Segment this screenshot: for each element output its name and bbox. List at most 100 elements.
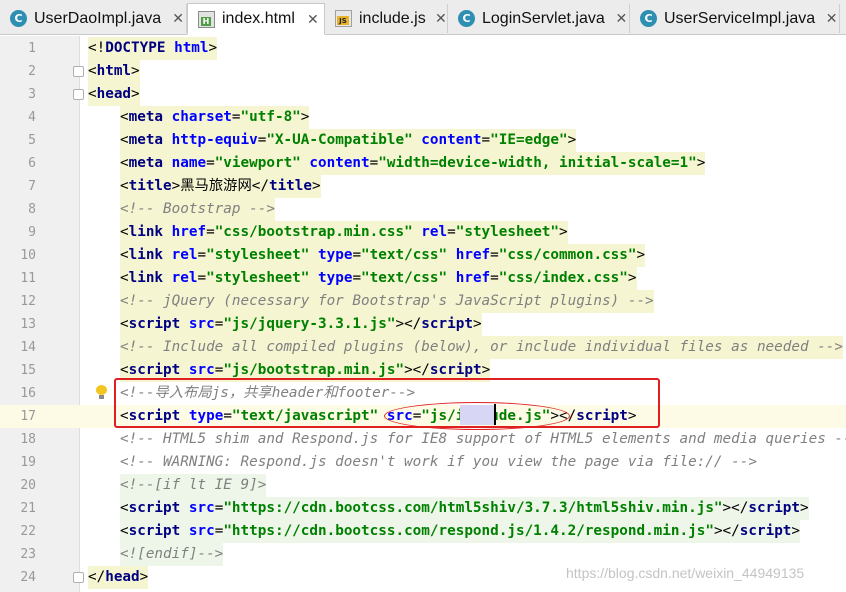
token-attr: content xyxy=(421,132,482,148)
code-line[interactable]: 14 <!-- Include all compiled plugins (bel… xyxy=(0,336,846,359)
code-line[interactable]: 21 <script src="https://cdn.bootcss.com/h… xyxy=(0,497,846,520)
line-number: 22 xyxy=(20,524,36,539)
token-punc: >黑马旅游网</ xyxy=(171,178,269,194)
code-text: <title>黑马旅游网</title> xyxy=(120,175,321,198)
token-punc: = xyxy=(197,247,207,263)
token-attr: rel xyxy=(421,224,448,240)
token-val: "viewport" xyxy=(214,155,310,171)
code-text: <!--[if lt IE 9]> xyxy=(120,474,267,497)
token-val: "stylesheet" xyxy=(206,247,318,263)
line-number: 15 xyxy=(20,363,36,378)
token-val: "css/common.css" xyxy=(498,247,637,263)
token-tag: script xyxy=(128,523,189,539)
token-attr: html xyxy=(174,40,209,56)
editor-tab-bar: C UserDaoImpl.java ✕ Hindex.html ✕ JS include.… xyxy=(0,0,846,35)
tab-include-js[interactable]: JS include.js ✕ xyxy=(325,4,448,33)
token-comment: <!-- jQuery (necessary for Bootstrap's J… xyxy=(120,293,654,309)
token-punc: > xyxy=(481,362,491,378)
code-line[interactable]: 1 <!DOCTYPE html> xyxy=(0,37,846,60)
code-text: <!-- WARNING: Respond.js doesn't work if… xyxy=(120,451,757,474)
java-class-icon: C xyxy=(10,10,27,27)
watermark: https://blog.csdn.net/weixin_44949135 xyxy=(566,565,805,581)
code-line[interactable]: 8 <!-- Bootstrap --> xyxy=(0,198,846,221)
token-punc: > xyxy=(559,224,568,240)
code-line[interactable]: 7 <title>黑马旅游网</title> xyxy=(0,175,846,198)
token-val: "https://cdn.bootcss.com/respond.js/1.4.… xyxy=(223,523,714,539)
code-line[interactable]: 12 <!-- jQuery (necessary for Bootstrap's… xyxy=(0,290,846,313)
token-punc: > xyxy=(627,270,637,286)
code-line[interactable]: 6 <meta name="viewport" content="width=de… xyxy=(0,152,846,175)
code-text: <meta name="viewport" content="width=dev… xyxy=(120,152,706,175)
fold-toggle-icon[interactable] xyxy=(73,572,84,583)
token-tag: script xyxy=(739,523,792,539)
code-text: <head> xyxy=(88,83,140,106)
code-line[interactable]: 22 <script src="https://cdn.bootcss.com/r… xyxy=(0,520,846,543)
code-line[interactable]: 13 <script src="js/jquery-3.3.1.js"></scr… xyxy=(0,313,846,336)
token-punc: < xyxy=(120,155,129,171)
line-number: 6 xyxy=(28,156,36,171)
code-line[interactable]: 4 <meta charset="utf-8"> xyxy=(0,106,846,129)
code-line[interactable]: 18 <!-- HTML5 shim and Respond.js for IE8… xyxy=(0,428,846,451)
token-val: "css/bootstrap.min.css" xyxy=(214,224,422,240)
token-comment: <!-- Bootstrap --> xyxy=(120,201,275,217)
code-line[interactable]: 2 <html> xyxy=(0,60,846,83)
token-punc: < xyxy=(120,247,129,263)
token-tag: DOCTYPE xyxy=(105,40,175,56)
token-punc: < xyxy=(120,224,129,240)
token-val: "utf-8" xyxy=(240,109,301,125)
code-line[interactable]: 11 <link rel="stylesheet" type="text/css"… xyxy=(0,267,846,290)
line-number: 14 xyxy=(20,340,36,355)
code-text: <!-- Bootstrap --> xyxy=(120,198,275,221)
code-line[interactable]: 9 <link href="css/bootstrap.min.css" rel=… xyxy=(0,221,846,244)
token-tag: meta xyxy=(128,155,172,171)
code-line[interactable]: 5 <meta http-equiv = "X-UA-Compatible" cont… xyxy=(0,129,846,152)
token-punc: = xyxy=(490,247,499,263)
line-number: 8 xyxy=(28,202,36,217)
token-punc: > xyxy=(791,523,801,539)
code-text: <link rel="stylesheet" type="text/css" h… xyxy=(120,267,637,290)
token-punc: > xyxy=(131,63,140,79)
fold-toggle-icon[interactable] xyxy=(73,66,84,77)
code-line[interactable]: 20 <!--[if lt IE 9]> xyxy=(0,474,846,497)
close-icon[interactable]: ✕ xyxy=(170,10,186,27)
line-number: 20 xyxy=(20,478,36,493)
tab-loginservlet-java[interactable]: C LoginServlet.java ✕ xyxy=(448,4,630,33)
token-attr: content xyxy=(309,155,370,171)
lightbulb-icon[interactable] xyxy=(95,385,107,399)
token-punc: < xyxy=(120,178,129,194)
token-tag: head xyxy=(105,569,140,585)
close-icon[interactable]: ✕ xyxy=(435,10,447,27)
token-punc: > xyxy=(139,569,149,585)
tab-userserviceimpl-java[interactable]: C UserServiceImpl.java ✕ xyxy=(630,4,840,33)
code-text: <html> xyxy=(88,60,140,83)
close-icon[interactable]: ✕ xyxy=(304,11,322,28)
token-attr: src xyxy=(188,500,215,516)
code-text: <meta charset="utf-8"> xyxy=(120,106,310,129)
token-punc: < xyxy=(120,132,129,148)
tab-userdaoimpl-java[interactable]: C UserDaoImpl.java ✕ xyxy=(0,4,187,33)
line-number: 9 xyxy=(28,225,36,240)
token-val: "stylesheet" xyxy=(206,270,318,286)
line-number: 24 xyxy=(20,570,36,585)
annotation-red-ellipse xyxy=(384,402,570,430)
line-number: 18 xyxy=(20,432,36,447)
close-icon[interactable]: ✕ xyxy=(614,10,629,27)
token-tag: script xyxy=(429,362,482,378)
code-text: <meta http-equiv = "X-UA-Compatible" conte… xyxy=(120,129,577,152)
fold-toggle-icon[interactable] xyxy=(73,89,84,100)
token-attr: href xyxy=(455,270,491,286)
tab-label: LoginServlet.java xyxy=(482,9,605,27)
code-line[interactable]: 3 <head> xyxy=(0,83,846,106)
line-number: 5 xyxy=(28,133,36,148)
tab-label: UserDaoImpl.java xyxy=(34,9,162,27)
line-number: 1 xyxy=(28,41,36,56)
line-number: 10 xyxy=(20,248,36,263)
close-icon[interactable]: ✕ xyxy=(824,10,839,27)
token-tag: meta xyxy=(128,132,172,148)
token-punc: > xyxy=(800,500,809,516)
code-line[interactable]: 10 <link rel="stylesheet" type="text/css"… xyxy=(0,244,846,267)
code-line[interactable]: 19 <!-- WARNING: Respond.js doesn't work … xyxy=(0,451,846,474)
token-attr: src xyxy=(188,362,215,378)
tab-index-html[interactable]: Hindex.html ✕ xyxy=(187,3,325,35)
code-line[interactable]: 23 <![endif]--> xyxy=(0,543,846,566)
